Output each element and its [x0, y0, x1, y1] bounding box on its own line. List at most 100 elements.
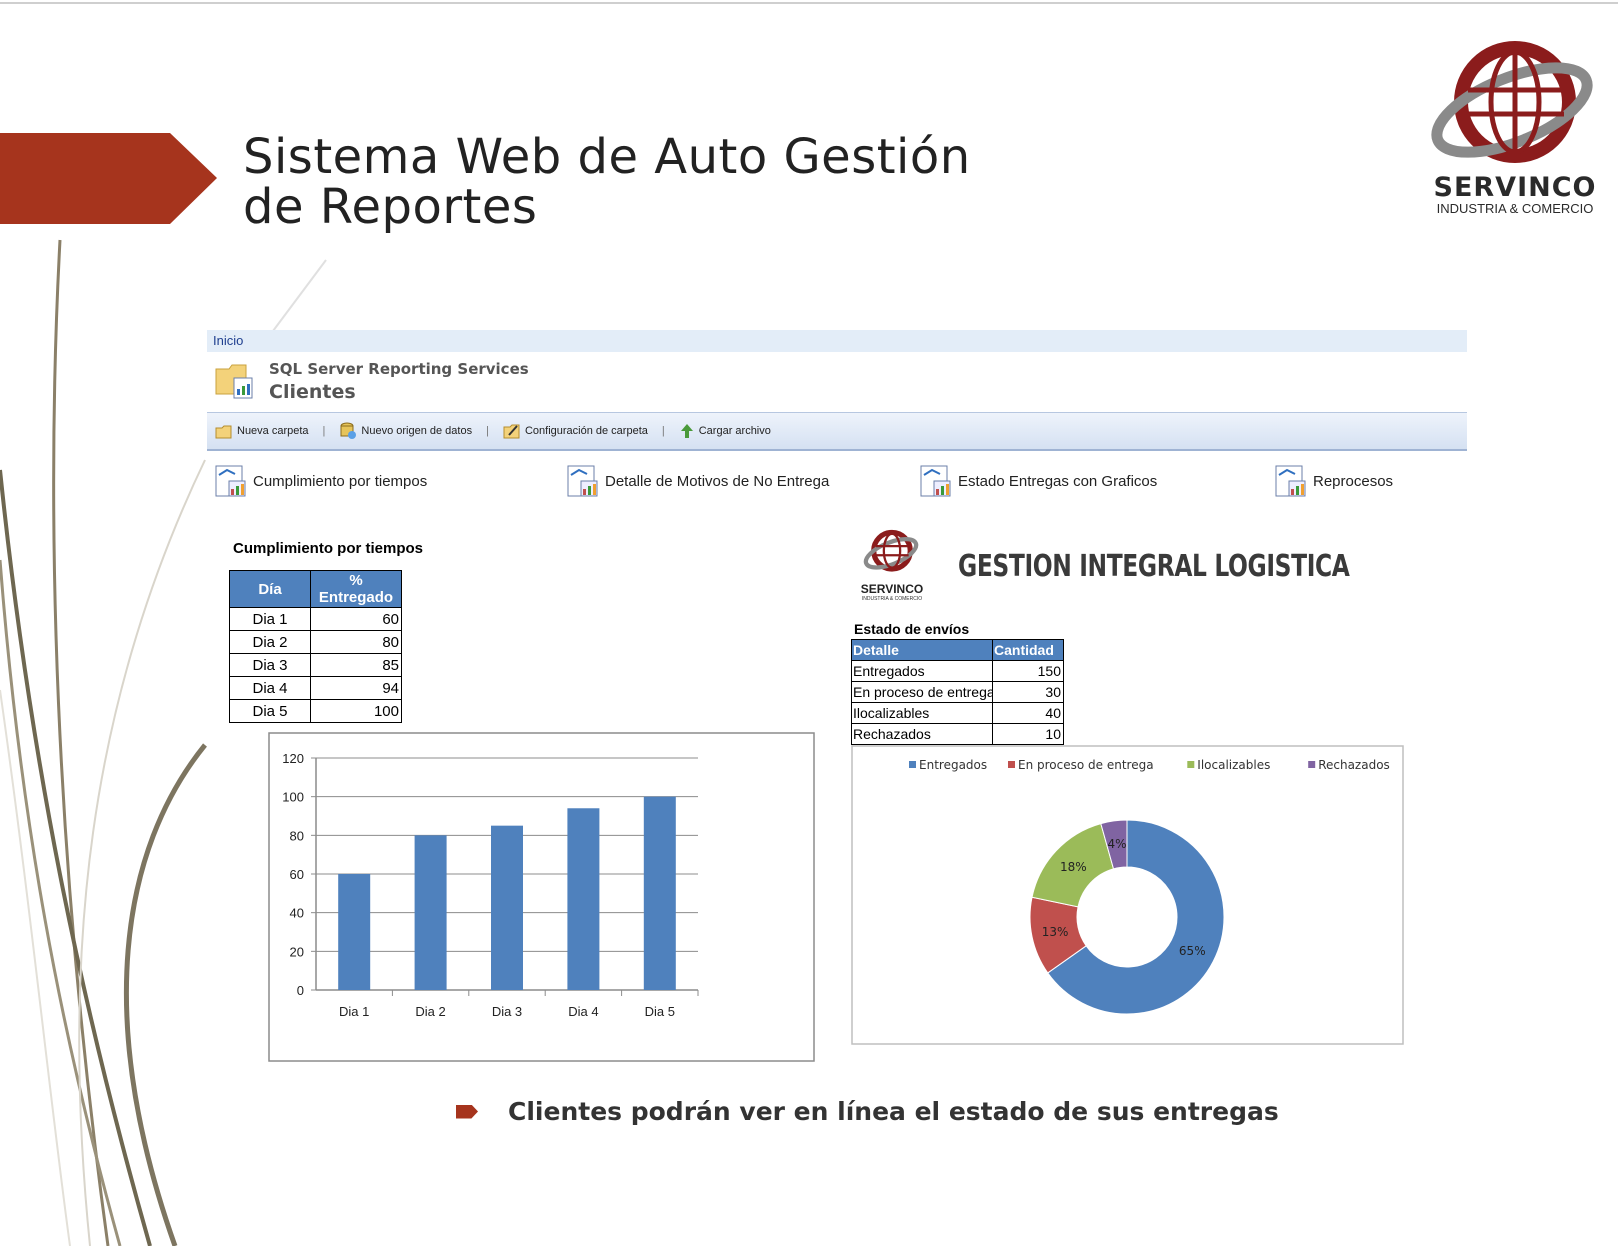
- table-row: Rechazados 10: [851, 723, 1064, 745]
- breadcrumb-home-link[interactable]: Inicio: [213, 333, 243, 348]
- cell-dia: Dia 5: [229, 699, 311, 723]
- table-row: En proceso de entrega 30: [851, 681, 1064, 703]
- report-icon: [567, 465, 598, 497]
- cell-entregado: 80: [310, 630, 402, 654]
- col-header-dia: Día: [229, 570, 311, 608]
- company-logo: SERVINCO INDUSTRIA & COMERCIO: [1420, 32, 1610, 216]
- datasource-icon: [340, 422, 357, 439]
- ssrs-window: Inicio SQL Server Reporting Services Cli…: [207, 330, 1467, 511]
- bar: [567, 808, 600, 990]
- report-link-estado-entregas[interactable]: Estado Entregas con Graficos: [920, 465, 1157, 497]
- report-link-reprocesos[interactable]: Reprocesos: [1275, 465, 1393, 497]
- cell-entregado: 100: [310, 699, 402, 723]
- report-icon: [1275, 465, 1306, 497]
- cell-detalle: Entregados: [851, 660, 993, 682]
- report-link-detalle-no-entrega[interactable]: Detalle de Motivos de No Entrega: [567, 465, 829, 497]
- legend-label: Entregados: [919, 758, 987, 772]
- cell-detalle: En proceso de entrega: [851, 681, 993, 703]
- ssrs-toolbar: Nueva carpeta | Nuevo origen de datos | …: [207, 412, 1467, 451]
- report1-heading: Cumplimiento por tiempos: [233, 540, 424, 557]
- slice-label: 13%: [1042, 925, 1069, 939]
- legend-label: Ilocalizables: [1197, 758, 1270, 772]
- title-accent-arrow: [0, 133, 217, 224]
- new-folder-icon: [215, 425, 232, 438]
- table-row: Dia 5 100: [229, 699, 402, 723]
- upload-file-label: Cargar archivo: [698, 425, 771, 437]
- new-datasource-button[interactable]: Nuevo origen de datos: [331, 422, 480, 440]
- ssrs-header: SQL Server Reporting Services Clientes: [207, 352, 1467, 412]
- legend-swatch: [909, 761, 916, 768]
- report-label: Estado Entregas con Graficos: [958, 472, 1158, 490]
- app-name: SQL Server Reporting Services: [269, 360, 529, 378]
- x-tick-label: Dia 1: [339, 1004, 369, 1019]
- globe-logo-icon: [863, 529, 919, 572]
- logo-brand: SERVINCO: [1433, 172, 1597, 203]
- legend-label: Rechazados: [1318, 758, 1390, 772]
- report-list: Cumplimiento por tiempos Detalle de Moti…: [207, 451, 1467, 511]
- folder-settings-button[interactable]: Configuración de carpeta: [495, 423, 656, 439]
- bar: [414, 835, 447, 990]
- report-label: Reprocesos: [1313, 472, 1394, 490]
- new-folder-button[interactable]: Nueva carpeta: [207, 424, 317, 439]
- footer-bullet-text: Clientes podrán ver en línea el estado d…: [508, 1097, 1279, 1126]
- x-tick-label: Dia 3: [492, 1004, 522, 1019]
- y-tick-label: 0: [297, 983, 304, 998]
- col-header-detalle: Detalle: [851, 639, 993, 661]
- folder-settings-icon: [503, 424, 520, 439]
- report2-table: Detalle Cantidad Entregados 150 En proceso…: [851, 639, 1064, 745]
- cell-cantidad: 40: [992, 702, 1064, 724]
- folder-settings-label: Configuración de carpeta: [524, 425, 648, 437]
- bar: [491, 825, 523, 990]
- y-tick-label: 100: [282, 790, 304, 805]
- toolbar-separator: |: [322, 425, 326, 437]
- col-header-cantidad: Cantidad: [992, 639, 1064, 661]
- bar: [338, 874, 371, 990]
- cell-cantidad: 10: [992, 723, 1064, 745]
- col-header-entregado: % Entregado: [310, 570, 402, 608]
- bar: [643, 796, 676, 990]
- cell-cantidad: 150: [992, 660, 1064, 682]
- toolbar-separator: |: [486, 425, 489, 437]
- y-tick-label: 20: [290, 944, 304, 959]
- legend-swatch: [1187, 761, 1195, 768]
- table-row: Dia 2 80: [229, 630, 402, 654]
- cell-dia: Dia 1: [229, 607, 311, 631]
- legend-swatch: [1008, 761, 1015, 768]
- report-link-cumplimiento[interactable]: Cumplimiento por tiempos: [215, 465, 427, 497]
- cell-entregado: 60: [310, 607, 402, 631]
- cell-detalle: Rechazados: [851, 723, 993, 745]
- cell-dia: Dia 3: [229, 653, 311, 677]
- upload-arrow-icon: [680, 424, 693, 438]
- x-tick-label: Dia 2: [415, 1004, 445, 1019]
- x-tick-label: Dia 4: [568, 1004, 598, 1019]
- y-tick-label: 60: [290, 867, 304, 882]
- report1-table: Día % Entregado Dia 1 60 Dia 2 80 Dia 3 85 Dia…: [229, 570, 402, 723]
- folder-title: Clientes: [269, 381, 356, 403]
- cell-dia: Dia 2: [229, 630, 311, 654]
- logo-tagline: INDUSTRIA & COMERCIO: [1436, 201, 1594, 216]
- report-icon: [920, 465, 951, 497]
- bullet-arrow-icon: [456, 1104, 478, 1119]
- cell-entregado: 94: [310, 676, 402, 700]
- report2-logo: SERVINCO INDUSTRIA & COMERCIO: [852, 525, 932, 602]
- slide-title: Sistema Web de Auto Gestión de Reportes: [243, 132, 971, 232]
- y-tick-label: 120: [282, 751, 304, 766]
- cell-entregado: 85: [310, 653, 402, 677]
- y-tick-label: 40: [290, 906, 304, 921]
- table-row: Dia 4 94: [229, 676, 402, 700]
- table-row: Entregados 150: [851, 660, 1064, 682]
- upload-file-button[interactable]: Cargar archivo: [671, 423, 779, 439]
- slice-label: 4%: [1107, 837, 1126, 851]
- slide-title-line2: de Reportes: [243, 179, 538, 235]
- report2-title: GESTION INTEGRAL LOGISTICA: [958, 549, 1350, 584]
- slice-label: 65%: [1179, 944, 1206, 958]
- report2-logo-tagline: INDUSTRIA & COMERCIO: [861, 596, 923, 602]
- donut-chart: Entregados En proceso de entrega Ilocaliza…: [851, 745, 1404, 1045]
- footer-bullet: Clientes podrán ver en línea el estado d…: [456, 1097, 1279, 1126]
- folder-report-icon: [215, 364, 253, 399]
- report2-heading: Estado de envíos: [854, 621, 970, 637]
- breadcrumb: Inicio: [207, 330, 1467, 352]
- table-row: Ilocalizables 40: [851, 702, 1064, 724]
- report2-logo-brand: SERVINCO: [860, 582, 924, 596]
- globe-logo-icon: [1431, 41, 1593, 163]
